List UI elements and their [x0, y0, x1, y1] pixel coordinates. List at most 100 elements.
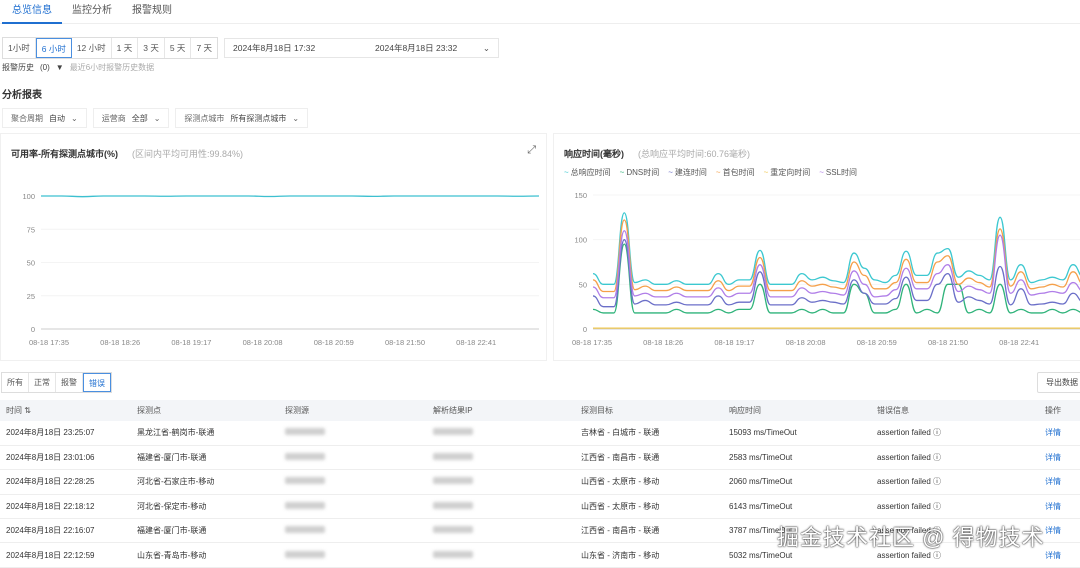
detail-link[interactable]: 详情: [1039, 542, 1080, 568]
time-preset-button[interactable]: 6 小时: [35, 38, 72, 58]
detail-link[interactable]: 详情: [1039, 445, 1080, 471]
expand-icon[interactable]: ⤢: [527, 144, 536, 157]
detail-link[interactable]: 详情: [1039, 518, 1080, 544]
table-row: 2024年8月18日 23:01:06 福建省-厦门市-联通 江西省 - 南昌市 -…: [0, 445, 1080, 471]
time-cell: 2024年8月18日 22:18:12: [0, 494, 131, 520]
chart-subtitle: (区间内平均可用性:99.84%): [132, 149, 244, 159]
filter-label: 探测点城市: [184, 113, 225, 123]
y-tick-label: 100: [574, 236, 587, 245]
legend-line-icon: ~: [619, 168, 625, 177]
tab-alarm-rules[interactable]: 报警规则: [122, 0, 182, 24]
resolved-ip-cell: [427, 542, 575, 568]
legend-item[interactable]: ~ SSL时间: [819, 167, 857, 178]
x-tick-label: 08-18 22:41: [999, 338, 1039, 347]
chart-subtitle: (总响应平均时间:60.76毫秒): [638, 149, 751, 159]
redacted-value: [285, 477, 325, 485]
x-tick-label: 08-18 20:08: [786, 338, 826, 347]
series-line: [41, 195, 540, 198]
status-filter-button[interactable]: 所有: [2, 373, 29, 392]
column-header: 探测点: [131, 400, 279, 421]
chevron-down-icon[interactable]: ⌄: [483, 43, 490, 54]
table-row: 2024年8月18日 22:28:25 河北省-石家庄市-移动 山西省 - 太原市 …: [0, 469, 1080, 495]
legend-item[interactable]: ~ DNS时间: [620, 167, 660, 178]
alarm-history-note: 最近6小时报警历史数据: [69, 63, 155, 72]
column-header: 操作: [1039, 400, 1080, 421]
filter-aggregation[interactable]: 聚合周期 自动 ⌄: [2, 108, 87, 128]
error-info-cell: assertion failed ⓘ: [871, 421, 1039, 446]
probe-source-cell: [279, 469, 427, 495]
x-tick-label: 08-18 21:50: [385, 338, 425, 347]
response-time-cell: 15093 ms/TimeOut: [723, 421, 871, 446]
time-cell: 2024年8月18日 22:28:25: [0, 469, 131, 495]
probe-source-cell: [279, 542, 427, 568]
legend-item[interactable]: ~ 总响应时间: [564, 167, 611, 178]
redacted-value: [285, 453, 325, 461]
x-tick-label: 08-18 20:59: [857, 338, 897, 347]
target-cell: 山西省 - 太原市 - 移动: [575, 469, 723, 495]
range-end: 2024年8月18日 23:32: [375, 43, 458, 53]
alarm-history-count: (0): [40, 63, 50, 72]
legend-line-icon: ~: [763, 168, 769, 177]
resolved-ip-cell: [427, 445, 575, 471]
redacted-value: [433, 428, 473, 436]
legend-line-icon: ~: [819, 168, 824, 177]
response-time-cell: 2583 ms/TimeOut: [723, 445, 871, 471]
export-button[interactable]: 导出数据: [1037, 372, 1080, 393]
x-tick-label: 08-18 17:35: [29, 338, 69, 347]
y-tick-label: 75: [27, 225, 35, 234]
column-header[interactable]: 时间 ⇅: [0, 400, 131, 421]
time-preset-button[interactable]: 3 天: [138, 38, 165, 58]
time-preset-button[interactable]: 1小时: [3, 38, 36, 58]
caret-down-icon[interactable]: ▼: [56, 63, 64, 72]
column-header: 探测目标: [575, 400, 723, 421]
probe-point-cell: 河北省-保定市-移动: [131, 494, 279, 520]
x-tick-label: 08-18 20:08: [243, 338, 283, 347]
filter-city[interactable]: 探测点城市 所有探测点城市 ⌄: [175, 108, 309, 128]
time-preset-group: 1小时 6 小时 12 小时 1 天3 天5 天7 天: [2, 37, 219, 59]
time-preset-button[interactable]: 7 天: [191, 38, 217, 58]
redacted-value: [433, 550, 473, 558]
legend-label: 总响应时间: [570, 168, 611, 177]
probe-source-cell: [279, 445, 427, 471]
target-cell: 山西省 - 太原市 - 移动: [575, 494, 723, 520]
legend-item[interactable]: ~ 建连时间: [668, 167, 707, 178]
probe-point-cell: 福建省-厦门市-联通: [131, 445, 279, 471]
y-tick-label: 50: [579, 280, 587, 289]
redacted-value: [433, 453, 473, 461]
tab-monitor-analysis[interactable]: 监控分析: [62, 0, 122, 24]
error-info-cell: assertion failed ⓘ: [871, 469, 1039, 495]
time-preset-button[interactable]: 5 天: [165, 38, 192, 58]
y-tick-label: 150: [574, 191, 587, 200]
x-tick-label: 08-18 18:26: [100, 338, 140, 347]
status-filter-button[interactable]: 报警: [56, 373, 83, 392]
alarm-history-label: 报警历史: [2, 63, 34, 72]
x-tick-label: 08-18 19:17: [714, 338, 754, 347]
response-time-cell: 2060 ms/TimeOut: [723, 469, 871, 495]
resolved-ip-cell: [427, 518, 575, 544]
status-filter-button[interactable]: 错误: [83, 373, 111, 392]
status-filter-button[interactable]: 正常: [29, 373, 56, 392]
x-tick-label: 08-18 19:17: [171, 338, 211, 347]
redacted-value: [285, 526, 325, 534]
redacted-value: [433, 501, 473, 509]
filter-value: 全部: [131, 113, 148, 123]
resolved-ip-cell: [427, 469, 575, 495]
redacted-value: [433, 477, 473, 485]
filter-carrier[interactable]: 运营商 全部 ⌄: [92, 108, 170, 128]
tab-overview[interactable]: 总览信息: [2, 0, 62, 24]
legend-item[interactable]: ~ 重定向时间: [764, 167, 811, 178]
filter-label: 运营商: [101, 113, 126, 123]
target-cell: 吉林省 - 白城市 - 联通: [575, 421, 723, 446]
detail-link[interactable]: 详情: [1039, 494, 1080, 520]
time-preset-button[interactable]: 12 小时: [72, 38, 112, 58]
availability-chart: 0 25 50 75 100 08-18 17:35 08-18 18:26 08-18 19…: [22, 192, 540, 347]
detail-link[interactable]: 详情: [1039, 421, 1080, 446]
legend-label: 重定向时间: [770, 168, 811, 177]
probe-source-cell: [279, 421, 427, 446]
probe-source-cell: [279, 518, 427, 544]
time-preset-button[interactable]: 1 天: [112, 38, 139, 58]
legend-item[interactable]: ~ 首包时间: [716, 167, 755, 178]
x-tick-label: 08-18 21:50: [928, 338, 968, 347]
date-range-picker[interactable]: 2024年8月18日 17:32 2024年8月18日 23:32 ⌄: [224, 38, 500, 58]
detail-link[interactable]: 详情: [1039, 469, 1080, 495]
